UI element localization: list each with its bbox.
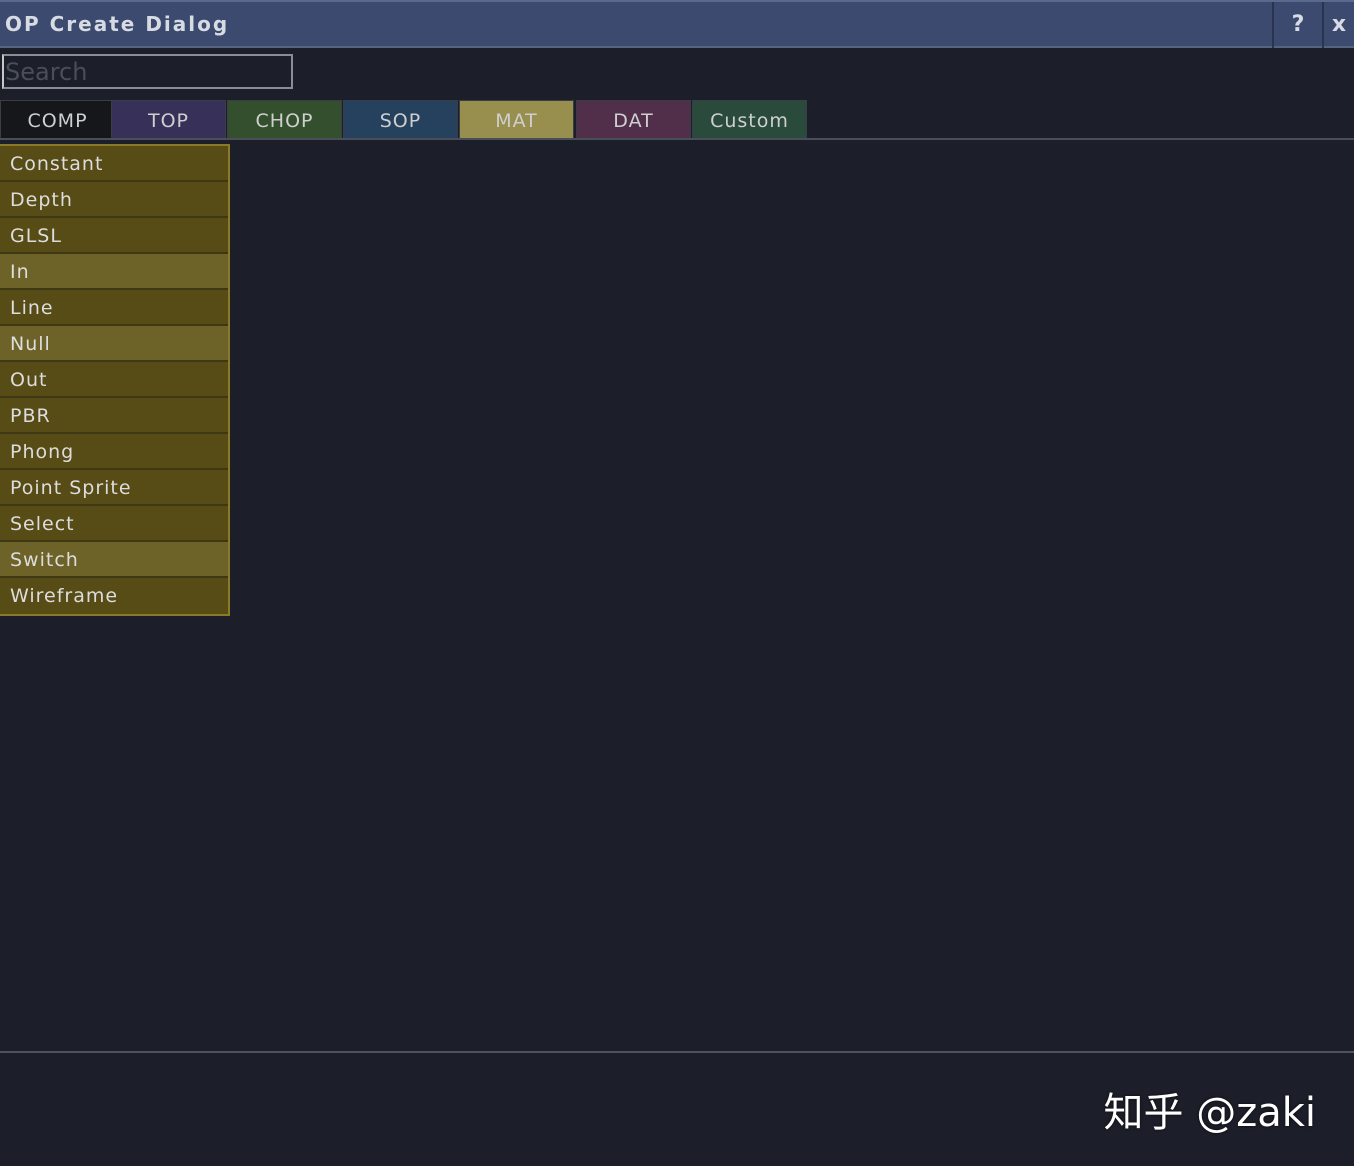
- watermark: 知乎 @zaki: [1103, 1090, 1317, 1136]
- op-item-switch[interactable]: Switch: [0, 542, 228, 578]
- tabs-divider: [0, 138, 1354, 140]
- help-button[interactable]: ?: [1272, 2, 1322, 48]
- op-item-glsl[interactable]: GLSL: [0, 218, 228, 254]
- op-item-wireframe[interactable]: Wireframe: [0, 578, 228, 614]
- op-item-select[interactable]: Select: [0, 506, 228, 542]
- window-title: OP Create Dialog: [5, 12, 230, 36]
- operator-list: Constant Depth GLSL In Line Null Out PBR…: [0, 144, 230, 616]
- op-item-phong[interactable]: Phong: [0, 434, 228, 470]
- footer-divider: [0, 1051, 1354, 1053]
- op-item-null[interactable]: Null: [0, 326, 228, 362]
- op-item-constant[interactable]: Constant: [0, 146, 228, 182]
- tab-sop[interactable]: SOP: [343, 100, 458, 139]
- close-button[interactable]: x: [1322, 2, 1354, 48]
- tab-top[interactable]: TOP: [111, 100, 226, 139]
- op-item-depth[interactable]: Depth: [0, 182, 228, 218]
- op-item-out[interactable]: Out: [0, 362, 228, 398]
- op-item-point-sprite[interactable]: Point Sprite: [0, 470, 228, 506]
- tab-dat[interactable]: DAT: [576, 100, 691, 139]
- title-bar: OP Create Dialog ? x: [0, 0, 1354, 48]
- tab-mat[interactable]: MAT: [459, 100, 574, 139]
- tab-chop[interactable]: CHOP: [227, 100, 342, 139]
- tab-custom[interactable]: Custom: [692, 100, 807, 139]
- op-item-pbr[interactable]: PBR: [0, 398, 228, 434]
- op-item-line[interactable]: Line: [0, 290, 228, 326]
- op-item-in[interactable]: In: [0, 254, 228, 290]
- tab-comp[interactable]: COMP: [0, 100, 115, 139]
- search-input[interactable]: [2, 54, 293, 89]
